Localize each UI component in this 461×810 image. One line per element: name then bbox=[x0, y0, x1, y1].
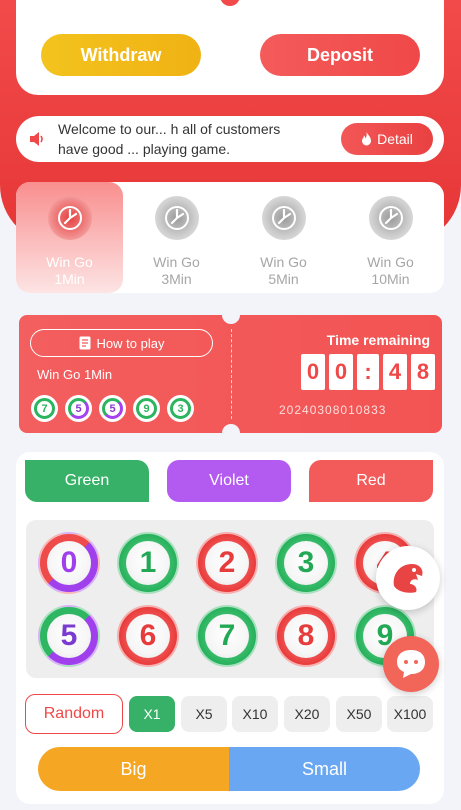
number-ball-0[interactable]: 0 bbox=[38, 532, 100, 594]
bet-big-button[interactable]: Big bbox=[38, 747, 229, 791]
flame-icon bbox=[362, 132, 372, 146]
withdraw-button[interactable]: Withdraw bbox=[41, 34, 201, 76]
clock-icon bbox=[261, 196, 306, 240]
detail-label: Detail bbox=[377, 131, 413, 147]
timer-card: How to play Win Go 1Min 7 5 5 9 3 Time r… bbox=[19, 306, 442, 442]
countdown-colon: : bbox=[357, 354, 379, 390]
clock-icon bbox=[154, 196, 199, 240]
number-ball-2[interactable]: 2 bbox=[196, 532, 258, 594]
multiplier-x20[interactable]: X20 bbox=[284, 696, 330, 732]
bet-violet-button[interactable]: Violet bbox=[167, 460, 291, 502]
countdown-digit: 8 bbox=[411, 354, 435, 390]
tab-win-go-10min[interactable]: Win Go 10Min bbox=[337, 182, 444, 293]
result-ball: 7 bbox=[31, 395, 58, 422]
clock-icon bbox=[47, 196, 92, 240]
countdown-digit: 0 bbox=[301, 354, 325, 390]
number-grid: 0 1 2 3 4 5 6 7 8 9 bbox=[26, 520, 434, 678]
how-to-play-label: How to play bbox=[96, 335, 165, 351]
notice-bar: Welcome to our... h all of customers hav… bbox=[16, 116, 444, 162]
dragon-icon bbox=[393, 564, 423, 593]
tab-label: Win Go 1Min bbox=[46, 254, 93, 287]
random-button[interactable]: Random bbox=[25, 694, 123, 734]
result-ball: 3 bbox=[167, 395, 194, 422]
notice-line-2: have good ... playing game. bbox=[58, 141, 231, 157]
tab-win-go-1min[interactable]: Win Go 1Min bbox=[16, 182, 123, 293]
number-ball-8[interactable]: 8 bbox=[275, 605, 337, 667]
detail-button[interactable]: Detail bbox=[341, 123, 433, 155]
ticket-divider bbox=[231, 329, 232, 419]
result-ball: 5 bbox=[65, 395, 92, 422]
time-remaining-label: Time remaining bbox=[326, 332, 430, 348]
ticket-notch bbox=[222, 306, 240, 324]
multiplier-x50[interactable]: X50 bbox=[336, 696, 382, 732]
tab-label: Win Go 3Min bbox=[153, 254, 200, 287]
notice-line-1: Welcome to our... h all of customers bbox=[58, 121, 281, 137]
deposit-button[interactable]: Deposit bbox=[260, 34, 420, 76]
bet-red-button[interactable]: Red bbox=[309, 460, 433, 502]
number-ball-3[interactable]: 3 bbox=[275, 532, 337, 594]
tab-win-go-5min[interactable]: Win Go 5Min bbox=[230, 182, 337, 293]
clock-icon bbox=[368, 196, 413, 240]
countdown-digit: 4 bbox=[383, 354, 407, 390]
recent-results: 7 5 5 9 3 bbox=[31, 395, 194, 422]
big-small-toggle: Big Small bbox=[38, 747, 420, 791]
multiplier-x10[interactable]: X10 bbox=[232, 696, 278, 732]
number-ball-1[interactable]: 1 bbox=[117, 532, 179, 594]
tab-label: Win Go 10Min bbox=[367, 254, 414, 287]
dragon-promo-button[interactable] bbox=[376, 546, 440, 610]
notice-text: Welcome to our... h all of customers hav… bbox=[58, 119, 338, 159]
game-tabs: Win Go 1Min Win Go 3Min Win Go 5Min Win Go 1… bbox=[16, 182, 444, 293]
multiplier-x100[interactable]: X100 bbox=[387, 696, 433, 732]
ticket-notch bbox=[222, 424, 240, 442]
tab-label: Win Go 5Min bbox=[260, 254, 307, 287]
tab-win-go-3min[interactable]: Win Go 3Min bbox=[123, 182, 230, 293]
countdown-timer: 0 0 : 4 8 bbox=[301, 354, 435, 390]
number-ball-6[interactable]: 6 bbox=[117, 605, 179, 667]
speaker-icon bbox=[30, 132, 43, 146]
multiplier-x1[interactable]: X1 bbox=[129, 696, 175, 732]
period-number: 20240308010833 bbox=[279, 403, 387, 417]
document-icon bbox=[79, 336, 91, 350]
countdown-digit: 0 bbox=[329, 354, 353, 390]
betting-panel: Green Violet Red 0 1 2 3 4 5 6 7 8 9 Ran… bbox=[16, 452, 444, 804]
multiplier-row: Random X1 X5 X10 X20 X50 X100 bbox=[25, 694, 435, 734]
customer-service-button[interactable] bbox=[383, 636, 439, 692]
bet-small-button[interactable]: Small bbox=[229, 747, 420, 791]
how-to-play-button[interactable]: How to play bbox=[30, 329, 213, 357]
result-ball: 5 bbox=[99, 395, 126, 422]
current-game-name: Win Go 1Min bbox=[37, 367, 113, 382]
result-ball: 9 bbox=[133, 395, 160, 422]
chat-mascot-icon bbox=[397, 650, 425, 678]
number-ball-7[interactable]: 7 bbox=[196, 605, 258, 667]
number-ball-5[interactable]: 5 bbox=[38, 605, 100, 667]
bet-green-button[interactable]: Green bbox=[25, 460, 149, 502]
wallet-card: Withdraw Deposit bbox=[16, 0, 444, 95]
multiplier-x5[interactable]: X5 bbox=[181, 696, 227, 732]
